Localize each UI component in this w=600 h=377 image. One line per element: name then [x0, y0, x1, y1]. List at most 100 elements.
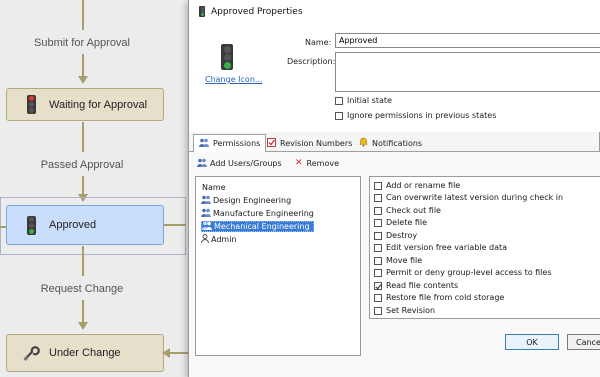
wrench-icon [19, 344, 43, 362]
permission-add-or-rename-file[interactable]: Add or rename file [374, 180, 460, 191]
workflow-connector [82, 246, 84, 276]
permission-checkbox[interactable] [374, 293, 382, 302]
initial-state-label: Initial state [347, 96, 392, 105]
workflow-connector [82, 176, 84, 194]
ok-button[interactable]: OK [505, 334, 559, 350]
permission-move-file[interactable]: Move file [374, 255, 422, 266]
arrow-left-icon [162, 348, 170, 358]
close-icon: ✕ [295, 158, 303, 168]
list-item-manufacture-engineering[interactable]: Manufacture Engineering [201, 208, 317, 219]
list-item-label: Mechanical Engineering [214, 222, 310, 231]
ignore-permissions-checkbox[interactable] [335, 111, 343, 120]
list-item-mechanical-engineering[interactable]: Mechanical Engineering [201, 221, 314, 232]
tab-label: Permissions [213, 139, 261, 148]
permission-delete-file[interactable]: Delete file [374, 217, 427, 228]
tab-label: Revision Numbers [280, 138, 353, 148]
tab-revision-numbers[interactable]: Revision Numbers [262, 134, 357, 152]
ignore-permissions-label: Ignore permissions in previous states [347, 111, 497, 120]
ignore-permissions-option[interactable]: Ignore permissions in previous states [335, 111, 496, 120]
permission-label: Read file contents [386, 281, 459, 290]
remove-button[interactable]: ✕ Remove [295, 158, 339, 168]
group-icon [201, 208, 211, 219]
dialog-title: Approved Properties [211, 7, 303, 17]
arrow-down-icon [78, 76, 88, 84]
permission-checkbox[interactable] [374, 306, 382, 315]
traffic-light-red-icon [19, 95, 43, 114]
list-item-label: Admin [211, 235, 237, 244]
workflow-connector [164, 224, 186, 226]
tab-label: Notifications [372, 138, 423, 148]
description-field[interactable] [335, 52, 600, 92]
transition-label-submit[interactable]: Submit for Approval [0, 37, 164, 49]
permissions-list[interactable]: Add or rename file Can overwrite latest … [369, 176, 600, 319]
permission-label: Check out file [386, 206, 441, 215]
permissions-panel: Add Users/Groups ✕ Remove Name Design En… [189, 152, 600, 377]
list-header: Name [202, 183, 226, 192]
permission-restore-file-from-cold-storage[interactable]: Restore file from cold storage [374, 292, 504, 303]
dialog-titlebar[interactable]: Approved Properties [189, 0, 600, 24]
permission-read-file-contents[interactable]: Read file contents [374, 280, 458, 291]
state-label: Approved [49, 219, 97, 231]
permission-checkbox[interactable] [374, 181, 382, 190]
permission-label: Can overwrite latest version during chec… [386, 193, 564, 202]
transition-label-passed[interactable]: Passed Approval [0, 159, 164, 171]
state-label: Under Change [49, 347, 121, 359]
description-label: Description: [287, 57, 336, 66]
permission-checkbox[interactable] [374, 231, 382, 240]
permission-label: Add or rename file [386, 181, 461, 190]
initial-state-option[interactable]: Initial state [335, 96, 392, 105]
permission-checkbox[interactable] [374, 243, 382, 252]
bell-icon [359, 137, 368, 149]
permission-checkbox[interactable] [374, 256, 382, 265]
state-waiting-for-approval[interactable]: Waiting for Approval [6, 88, 164, 121]
permission-label: Edit version free variable data [386, 243, 508, 252]
group-icon [202, 221, 212, 232]
user-icon [201, 234, 209, 245]
group-icon [201, 195, 211, 206]
state-general-section: Change Icon... Name: Description: Initia… [189, 24, 600, 132]
list-item-design-engineering[interactable]: Design Engineering [201, 195, 294, 206]
workflow-connector [82, 122, 84, 152]
permission-label: Set Revision [386, 306, 436, 315]
tab-permissions[interactable]: Permissions [193, 134, 267, 153]
permission-set-revision[interactable]: Set Revision [374, 305, 435, 316]
groups-list[interactable]: Name Design Engineering Manufacture Engi… [195, 176, 361, 356]
permission-label: Restore file from cold storage [386, 293, 505, 302]
name-label: Name: [305, 38, 332, 47]
permission-edit-version-free-variable-data[interactable]: Edit version free variable data [374, 242, 507, 253]
transition-label-request-change[interactable]: Request Change [0, 283, 164, 295]
permission-check-out-file[interactable]: Check out file [374, 205, 441, 216]
state-approved[interactable]: Approved [6, 205, 164, 245]
permission-label: Move file [386, 256, 423, 265]
tab-bar: Permissions Revision Numbers Notificatio… [189, 134, 600, 153]
permission-destroy[interactable]: Destroy [374, 230, 417, 241]
state-icon-preview [221, 44, 233, 72]
permission-checkbox[interactable] [374, 218, 382, 227]
users-icon [199, 138, 209, 149]
permission-checkbox[interactable] [374, 206, 382, 215]
properties-dialog[interactable]: Approved Properties Change Icon... Name:… [188, 0, 600, 377]
tab-notifications[interactable]: Notifications [354, 134, 427, 152]
list-item-admin[interactable]: Admin [201, 234, 240, 245]
permission-label: Permit or deny group-level access to fil… [386, 268, 552, 277]
permission-label: Destroy [386, 231, 418, 240]
state-under-change[interactable]: Under Change [6, 334, 164, 372]
arrow-down-icon [78, 322, 88, 330]
name-field[interactable] [335, 33, 600, 48]
list-item-label: Manufacture Engineering [213, 209, 314, 218]
permission-checkbox[interactable] [374, 193, 382, 202]
permission-permit-or-deny-group-level-access[interactable]: Permit or deny group-level access to fil… [374, 267, 552, 278]
permission-checkbox[interactable] [374, 281, 382, 290]
remove-label: Remove [306, 158, 340, 168]
permission-label: Delete file [386, 218, 428, 227]
cancel-button[interactable]: Cance [567, 334, 600, 350]
add-users-groups-button[interactable]: Add Users/Groups [197, 158, 282, 169]
change-icon-link[interactable]: Change Icon... [205, 75, 263, 84]
traffic-light-green-icon [19, 215, 43, 235]
list-item-label: Design Engineering [213, 196, 292, 205]
permission-checkbox[interactable] [374, 268, 382, 277]
add-users-label: Add Users/Groups [210, 159, 282, 168]
permission-can-overwrite-latest-version[interactable]: Can overwrite latest version during chec… [374, 192, 563, 203]
users-icon [197, 158, 207, 169]
initial-state-checkbox[interactable] [335, 96, 343, 105]
